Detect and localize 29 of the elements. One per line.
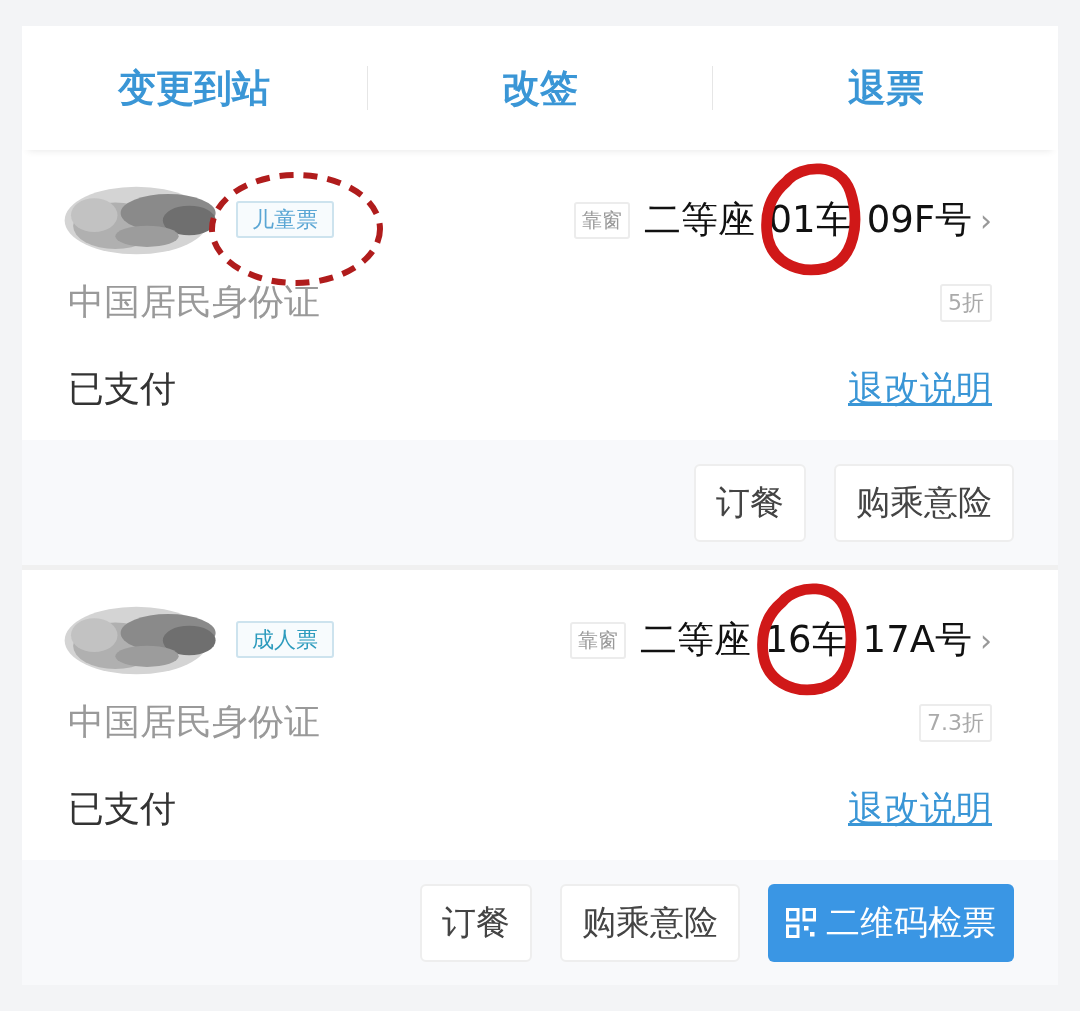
payment-status: 已支付 [68, 367, 176, 411]
chevron-icon[interactable]: › [980, 622, 992, 658]
chevron-icon[interactable]: › [980, 202, 992, 238]
action-button[interactable]: 改签 [367, 62, 713, 114]
ticket-type-tag: 儿童票 [236, 201, 334, 238]
id-type: 中国居民身份证 [68, 700, 320, 744]
service-button[interactable]: 购乘意险 [834, 463, 1014, 542]
id-type: 中国居民身份证 [68, 280, 320, 324]
service-button[interactable]: 购乘意险 [560, 883, 740, 962]
seat-position-tag: 靠窗 [573, 201, 630, 239]
qr-code-icon [786, 907, 816, 938]
payment-status: 已支付 [68, 787, 176, 831]
seat-class: 二等座 [643, 197, 755, 243]
service-button[interactable]: 订餐 [694, 463, 806, 542]
ticket-type-tag: 成人票 [236, 621, 334, 658]
seat-class: 二等座 [639, 617, 751, 663]
discount-tag: 5折 [940, 283, 992, 322]
refund-rules-link[interactable]: 退改说明 [848, 365, 992, 414]
car-number: 16车 [764, 618, 849, 661]
refund-rules-link[interactable]: 退改说明 [848, 785, 992, 834]
service-button[interactable]: 订餐 [420, 883, 532, 962]
action-button[interactable]: 退票 [713, 62, 1058, 114]
seat-number: 17A号 [862, 617, 972, 663]
qr-check-button[interactable]: 二维码检票 [768, 883, 1014, 962]
action-button[interactable]: 变更到站 [22, 62, 367, 114]
seat-number: 09F号 [866, 197, 972, 243]
discount-tag: 7.3折 [919, 703, 992, 742]
car-number: 01车 [768, 198, 853, 241]
seat-position-tag: 靠窗 [569, 621, 626, 659]
